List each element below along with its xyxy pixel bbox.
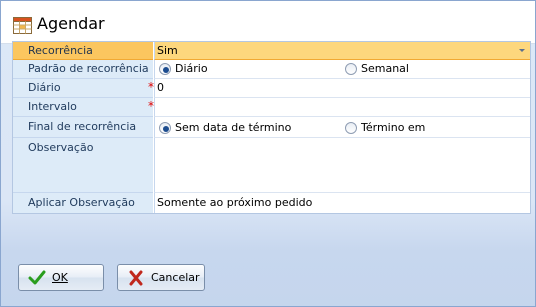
final-options: Sem data de término Término em	[154, 117, 530, 138]
aplicar-select[interactable]: Somente ao próximo pedido	[154, 193, 530, 213]
calendar-icon	[13, 17, 32, 34]
radio-sem-data-label[interactable]: Sem data de término	[175, 119, 291, 137]
final-label: Final de recorrência	[13, 117, 153, 138]
row-intervalo: Intervalo *	[13, 98, 530, 117]
ok-button-label: OK	[52, 271, 68, 284]
radio-circle[interactable]	[159, 63, 171, 75]
x-icon	[129, 270, 143, 286]
radio-selected-dot	[163, 126, 169, 132]
schedule-form: Recorrência Sim Padrão de recorrência Di…	[12, 41, 531, 214]
padrao-label: Padrão de recorrência	[13, 60, 153, 79]
recorrencia-label: Recorrência	[13, 42, 153, 60]
check-icon	[28, 270, 46, 285]
radio-diario-label[interactable]: Diário	[175, 60, 208, 78]
cancel-button[interactable]: Cancelar	[117, 264, 205, 291]
radio-selected-dot	[163, 67, 169, 73]
radio-termino-em-label[interactable]: Término em	[361, 119, 425, 137]
row-diario: Diário * 0	[13, 79, 530, 98]
chevron-down-icon[interactable]	[519, 49, 525, 52]
diario-input[interactable]: 0	[154, 79, 530, 98]
cancel-button-label: Cancelar	[151, 271, 200, 284]
diario-label: Diário	[13, 79, 153, 98]
intervalo-input[interactable]	[154, 98, 530, 117]
dialog-title: Agendar	[37, 14, 105, 33]
row-padrao: Padrão de recorrência Diário Semanal	[13, 60, 530, 79]
radio-circle[interactable]	[345, 122, 357, 134]
observacao-label: Observação	[13, 138, 153, 193]
row-aplicar: Aplicar Observação Somente ao próximo pe…	[13, 193, 530, 213]
intervalo-label: Intervalo	[13, 98, 153, 117]
recorrencia-dropdown[interactable]: Sim	[154, 42, 530, 60]
dialog-header: Agendar	[1, 1, 535, 44]
row-observacao: Observação	[13, 138, 530, 193]
radio-semanal-label[interactable]: Semanal	[361, 60, 409, 78]
padrao-options: Diário Semanal	[154, 60, 530, 79]
row-final: Final de recorrência Sem data de término…	[13, 117, 530, 138]
radio-circle[interactable]	[345, 63, 357, 75]
agendar-dialog: Agendar Recorrência Sim Padrão de recorr…	[0, 0, 536, 307]
aplicar-label: Aplicar Observação	[13, 193, 153, 213]
ok-button[interactable]: OK	[18, 264, 104, 291]
recorrencia-value: Sim	[157, 44, 178, 57]
radio-circle[interactable]	[159, 122, 171, 134]
row-recorrencia[interactable]: Recorrência Sim	[13, 42, 530, 60]
observacao-textarea[interactable]	[154, 138, 530, 193]
